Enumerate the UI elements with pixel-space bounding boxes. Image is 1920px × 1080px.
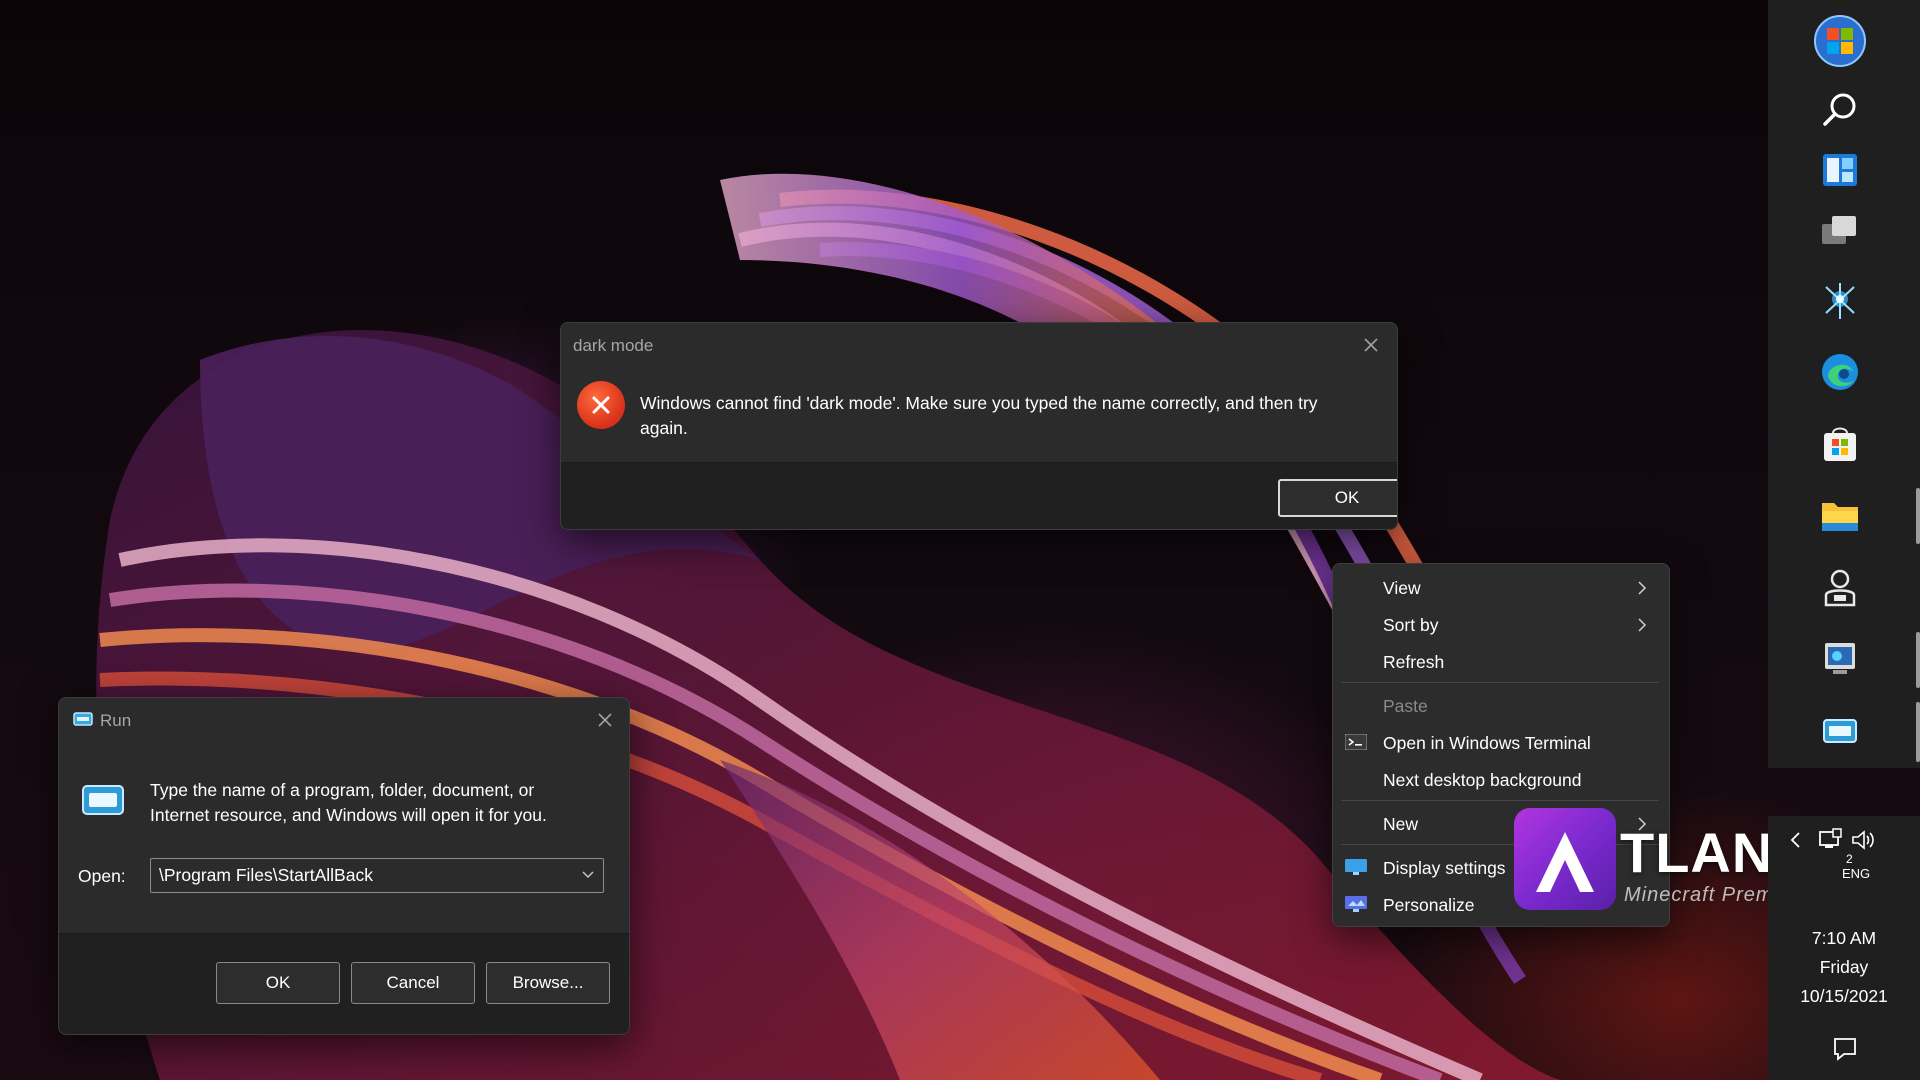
show-hidden-icons-button[interactable] (1782, 826, 1810, 854)
run-cancel-button[interactable]: Cancel (351, 962, 475, 1004)
open-combobox[interactable] (150, 858, 604, 893)
clock-day[interactable]: Friday (1768, 957, 1920, 978)
menu-item-next-background[interactable]: Next desktop background (1341, 762, 1659, 796)
notification-center-button[interactable] (1830, 1034, 1860, 1064)
atlantis-a-icon (1536, 832, 1594, 892)
menu-item-refresh[interactable]: Refresh (1341, 644, 1659, 678)
task-view-icon (1822, 216, 1856, 244)
menu-separator (1341, 682, 1659, 683)
widgets-icon (1823, 154, 1857, 186)
close-icon (1364, 338, 1378, 352)
menu-item-label: Paste (1383, 696, 1428, 716)
search-button[interactable] (1806, 79, 1874, 141)
chevron-down-icon[interactable] (581, 870, 595, 880)
speaker-icon (1852, 830, 1874, 850)
chevron-right-icon (1638, 618, 1647, 632)
chevron-left-icon (1790, 832, 1800, 848)
open-label: Open: (78, 866, 126, 886)
menu-item-label: New (1383, 814, 1419, 834)
active-app-indicator (1916, 632, 1920, 688)
network-status-button[interactable] (1816, 826, 1844, 854)
input-indicator-number: 2 (1846, 852, 1853, 866)
start-icon (1814, 15, 1866, 67)
file-explorer-icon (1822, 503, 1858, 531)
run-program-icon (82, 785, 124, 815)
chevron-right-icon (1638, 581, 1647, 595)
language-indicator[interactable]: ENG (1842, 866, 1870, 881)
run-ok-button[interactable]: OK (216, 962, 340, 1004)
widgets-button[interactable] (1806, 139, 1874, 201)
remote-desktop-icon (1825, 643, 1855, 674)
terminal-icon (1345, 734, 1367, 750)
run-description: Type the name of a program, folder, docu… (150, 780, 547, 825)
error-dialog-close-button[interactable] (1357, 331, 1385, 359)
menu-item-label: Display settings (1383, 858, 1506, 878)
error-icon (577, 381, 625, 429)
active-app-indicator (1916, 488, 1920, 544)
atlantis-logo (1514, 808, 1616, 910)
system-tray: 2 ENG 7:10 AM Friday 10/15/2021 (1768, 816, 1920, 1080)
open-input[interactable] (151, 859, 561, 892)
clock-date[interactable]: 10/15/2021 (1768, 986, 1920, 1007)
search-icon (1823, 93, 1856, 126)
taskbar (1768, 0, 1920, 768)
network-icon (1819, 828, 1842, 848)
run-dialog-close-button[interactable] (591, 706, 619, 734)
taskbar-app-store[interactable] (1806, 413, 1874, 475)
taskbar-app-run[interactable] (1806, 700, 1874, 762)
error-dialog-title: dark mode (573, 336, 654, 355)
notification-icon (1834, 1038, 1856, 1061)
store-icon (1824, 427, 1856, 461)
task-view-button[interactable] (1806, 199, 1874, 261)
error-ok-button[interactable]: OK (1278, 479, 1397, 517)
volume-button[interactable] (1850, 826, 1878, 854)
personalize-icon (1345, 896, 1367, 912)
run-browse-button[interactable]: Browse... (486, 962, 610, 1004)
display-icon (1345, 859, 1367, 875)
menu-item-view[interactable]: View (1341, 570, 1659, 604)
network-tool-icon (1825, 283, 1855, 319)
run-icon (73, 712, 93, 726)
taskbar-app-network-tool[interactable] (1806, 270, 1874, 332)
menu-item-label: Sort by (1383, 615, 1439, 635)
clock-time[interactable]: 7:10 AM (1768, 928, 1920, 949)
active-app-indicator (1916, 702, 1920, 762)
run-dialog: Run Type the name of a program, folder, … (58, 697, 630, 1035)
close-icon (598, 713, 612, 727)
taskbar-app-user[interactable] (1806, 556, 1874, 618)
menu-item-label: Personalize (1383, 895, 1475, 915)
menu-item-paste[interactable]: Paste (1341, 688, 1659, 722)
user-app-icon (1824, 569, 1856, 607)
menu-separator (1341, 800, 1659, 801)
error-dialog-footer (561, 462, 1397, 529)
menu-item-sort-by[interactable]: Sort by (1341, 607, 1659, 641)
taskbar-app-edge[interactable] (1806, 341, 1874, 403)
menu-item-label: View (1383, 578, 1421, 598)
run-dialog-title: Run (100, 711, 132, 730)
menu-item-label: Refresh (1383, 652, 1445, 672)
menu-item-label: Open in Windows Terminal (1383, 733, 1591, 753)
error-message: Windows cannot find 'dark mode'. Make su… (640, 393, 1318, 438)
error-dialog: dark mode Windows cannot find 'dark mode… (560, 322, 1398, 530)
run-icon (1823, 719, 1857, 743)
menu-item-label: Next desktop background (1383, 770, 1582, 790)
menu-item-open-terminal[interactable]: Open in Windows Terminal (1341, 725, 1659, 759)
taskbar-app-file-explorer[interactable] (1806, 484, 1874, 546)
start-button[interactable] (1806, 10, 1874, 72)
edge-icon (1822, 354, 1858, 390)
taskbar-app-remote-desktop[interactable] (1806, 627, 1874, 689)
